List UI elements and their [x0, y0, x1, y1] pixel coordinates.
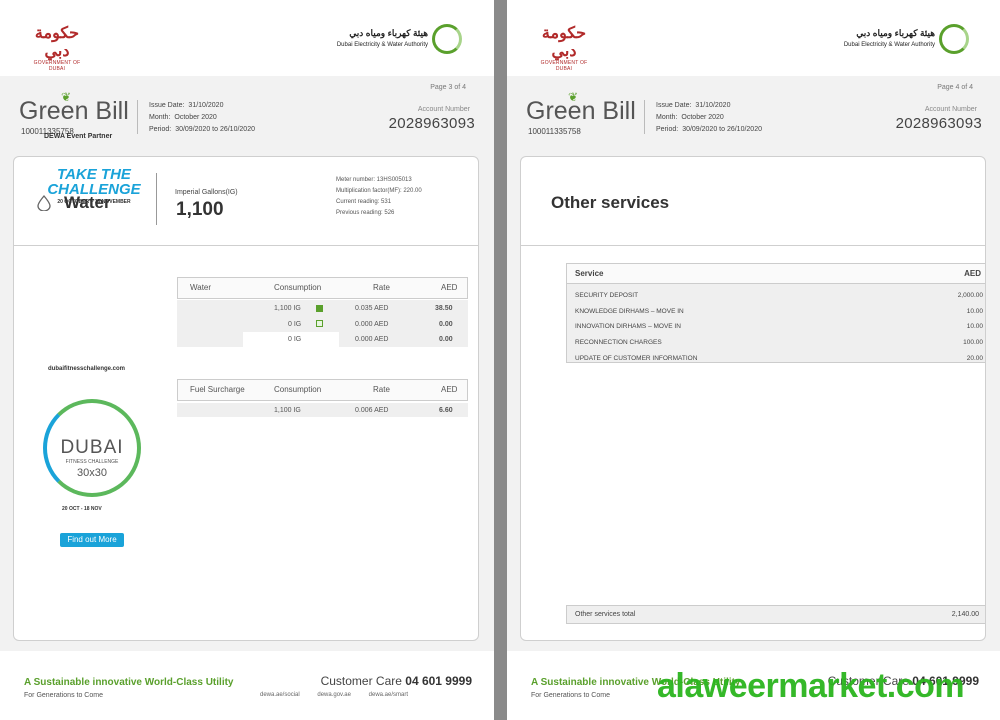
event-partner-label: DEWA Event Partner — [44, 133, 113, 140]
account-number: 2028963093 — [388, 115, 475, 132]
smart-link[interactable]: dewa.ae/smart — [369, 692, 408, 698]
government-of-dubai-logo: حكومة دبي GOVERNMENT OF DUBAI — [33, 23, 81, 73]
website-link[interactable]: dewa.gov.ae — [317, 692, 351, 698]
water-table: Water Consumption Rate AED 1,100 IG 0.03… — [177, 277, 468, 347]
table-row: 0 IG 0.000 AED 0.00 — [177, 317, 468, 332]
bill-title: Green Bill — [526, 97, 636, 125]
table-row: 0 IG 0.000 AED 0.00 — [177, 332, 468, 347]
bill-page-right: حكومة دبي GOVERNMENT OF DUBAI هيئة كهربا… — [507, 0, 1000, 720]
footer-links: dewa.ae/social dewa.gov.ae dewa.ae/smart — [260, 692, 424, 698]
challenge-url: dubaifitnesschallenge.com — [48, 366, 126, 372]
other-services-panel: Other services Service AED SECURITY DEPO… — [520, 156, 986, 641]
other-services-table-header: Service AED — [567, 264, 985, 284]
other-services-table: Service AED SECURITY DEPOSIT 2,000.00 KN… — [566, 263, 985, 363]
dewa-ring-icon — [939, 24, 969, 54]
dewa-logo: هيئة كهرباء ومياه دبي Dubai Electricity … — [819, 24, 969, 58]
dewa-logo: هيئة كهرباء ومياه دبي Dubai Electricity … — [312, 24, 462, 58]
other-services-title: Other services — [551, 193, 670, 212]
dewa-ring-icon — [432, 24, 462, 54]
table-row: 1,100 IG 0.006 AED 6.60 — [177, 403, 468, 417]
bill-meta: Issue Date: 31/10/2020 Month: October 2020… — [149, 102, 255, 133]
table-row: INNOVATION DIRHAMS – MOVE IN 10.00 — [575, 323, 983, 330]
customer-care: Customer Care 04 601 9999 — [320, 674, 472, 688]
table-row: KNOWLEDGE DIRHAMS – MOVE IN 10.00 — [575, 308, 983, 315]
fuel-table-header: Fuel Surcharge Consumption Rate AED — [177, 379, 468, 401]
page-gap — [494, 0, 507, 720]
bill-page-left: حكومة دبي GOVERNMENT OF DUBAI هيئة كهربا… — [0, 0, 494, 720]
dubai-fitness-challenge-logo: DUBAI FITNESS CHALLENGE 30x30 — [43, 399, 141, 497]
watermark: alaweermarket.com — [657, 667, 965, 705]
meter-info: Meter number: 13HS005013 Multiplication … — [336, 177, 422, 216]
bill-number: 100011335758 — [528, 127, 581, 136]
tier-check-icon — [316, 320, 323, 327]
water-table-header: Water Consumption Rate AED — [177, 277, 468, 299]
social-link[interactable]: dewa.ae/social — [260, 692, 300, 698]
challenge-dates: 20 OCT - 18 NOV — [62, 506, 102, 512]
government-of-dubai-logo: حكومة دبي GOVERNMENT OF DUBAI — [540, 23, 588, 73]
page-number: Page 3 of 4 — [430, 84, 466, 91]
ig-value: 1,100 — [176, 199, 224, 220]
footer-tagline-sub: For Generations to Come — [531, 692, 610, 699]
account-label: Account Number — [924, 106, 977, 113]
footer-tagline: A Sustainable innovative World-Class Uti… — [24, 677, 234, 688]
ig-label: Imperial Gallons(IG) — [175, 189, 238, 196]
fuel-surcharge-table: Fuel Surcharge Consumption Rate AED 1,10… — [177, 379, 468, 417]
tier-check-icon — [316, 305, 323, 312]
page-number: Page 4 of 4 — [937, 84, 973, 91]
account-number: 2028963093 — [895, 115, 982, 132]
take-the-challenge-logo: TAKE THE CHALLENGE 20 OCTOBER – 18 NOVEM… — [47, 166, 141, 205]
table-row: UPDATE OF CUSTOMER INFORMATION 20.00 — [575, 355, 983, 362]
find-out-more-button[interactable]: Find out More — [60, 533, 124, 547]
bill-meta: Issue Date: 31/10/2020 Month: October 2020… — [656, 102, 762, 133]
water-panel: Water Imperial Gallons(IG) 1,100 Meter n… — [13, 156, 479, 641]
bill-title: Green Bill — [19, 97, 129, 125]
other-services-header: Other services — [521, 157, 985, 246]
water-divider — [156, 173, 157, 225]
account-label: Account Number — [417, 106, 470, 113]
table-row: 1,100 IG 0.035 AED 38.50 — [177, 300, 468, 317]
table-row: SECURITY DEPOSIT 2,000.00 — [575, 292, 983, 299]
header-divider — [644, 100, 645, 134]
table-row: RECONNECTION CHARGES 100.00 — [575, 339, 983, 346]
logo-band: حكومة دبي GOVERNMENT OF DUBAI هيئة كهربا… — [0, 0, 494, 76]
logo-band: حكومة دبي GOVERNMENT OF DUBAI هيئة كهربا… — [507, 0, 1000, 76]
other-services-total: Other services total 2,140.00 — [566, 605, 985, 624]
header-divider — [137, 100, 138, 134]
footer-tagline-sub: For Generations to Come — [24, 692, 103, 699]
